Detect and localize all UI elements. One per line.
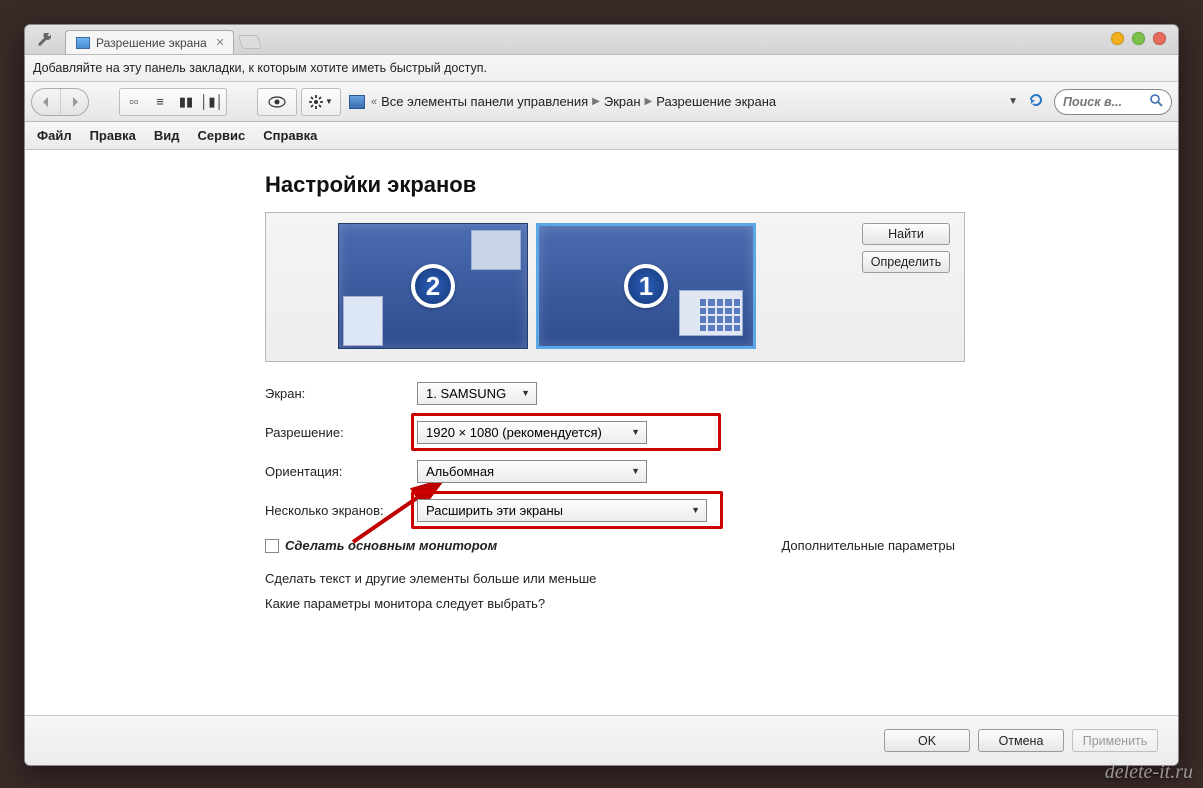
tab-strip: Разрешение экрана ✕ <box>25 25 1178 55</box>
eye-icon[interactable] <box>260 91 294 113</box>
maximize-icon[interactable] <box>1132 32 1145 45</box>
breadcrumb-item[interactable]: Все элементы панели управления <box>381 94 588 109</box>
menu-help[interactable]: Справка <box>263 128 317 143</box>
page-title: Настройки экранов <box>265 172 1178 198</box>
label-multiple: Несколько экранов: <box>265 503 417 518</box>
preview-group <box>257 88 297 116</box>
search-box[interactable] <box>1054 89 1172 115</box>
browser-window: Разрешение экрана ✕ Добавляйте на эту па… <box>24 24 1179 766</box>
orientation-select[interactable]: Альбомная <box>417 460 647 483</box>
view-columns-icon[interactable]: ▮▮ <box>174 91 198 113</box>
label-orientation: Ориентация: <box>265 464 417 479</box>
menu-view[interactable]: Вид <box>154 128 180 143</box>
window-controls <box>1111 32 1166 45</box>
view-mode-group: ▫▫ ≡ ▮▮ │▮│ <box>119 88 227 116</box>
view-details-icon[interactable]: │▮│ <box>200 91 224 113</box>
advanced-settings-link[interactable]: Дополнительные параметры <box>781 538 955 553</box>
multiple-displays-select[interactable]: Расширить эти экраны <box>417 499 707 522</box>
dialog-footer: OK Отмена Применить <box>25 715 1178 765</box>
label-resolution: Разрешение: <box>265 425 417 440</box>
apply-button: Применить <box>1072 729 1158 752</box>
cancel-button[interactable]: Отмена <box>978 729 1064 752</box>
menu-service[interactable]: Сервис <box>197 128 245 143</box>
detect-button[interactable]: Найти <box>862 223 950 245</box>
nav-buttons <box>31 88 89 116</box>
search-input[interactable] <box>1063 95 1145 109</box>
display-arrangement[interactable]: 2 1 Найти Определить <box>265 212 965 362</box>
label-display: Экран: <box>265 386 417 401</box>
menu-edit[interactable]: Правка <box>90 128 136 143</box>
monitor-secondary[interactable]: 2 <box>338 223 528 349</box>
minimize-icon[interactable] <box>1111 32 1124 45</box>
watermark: delete-it.ru <box>1105 761 1193 784</box>
control-panel-icon <box>349 95 365 109</box>
search-icon[interactable] <box>1149 93 1163 110</box>
resolution-select[interactable]: 1920 × 1080 (рекомендуется) <box>417 421 647 444</box>
window-thumb-icon <box>471 230 521 270</box>
window-thumb-icon <box>343 296 383 346</box>
refresh-icon[interactable] <box>1028 92 1044 111</box>
window-thumb-icon <box>679 290 743 336</box>
breadcrumb-item[interactable]: Экран <box>604 94 641 109</box>
monitor-number-badge: 1 <box>624 264 668 308</box>
make-primary-row: Сделать основным монитором Дополнительны… <box>265 538 965 553</box>
dropdown-icon[interactable]: ▼ <box>1008 96 1018 107</box>
which-settings-link[interactable]: Какие параметры монитора следует выбрать… <box>265 596 965 611</box>
view-tiles-icon[interactable]: ▫▫ <box>122 91 146 113</box>
wrench-icon[interactable] <box>37 33 53 52</box>
bookmarks-hint: Добавляйте на эту панель закладки, к кот… <box>25 55 1178 82</box>
menu-file[interactable]: Файл <box>37 128 72 143</box>
settings-group: ▼ <box>301 88 341 116</box>
display-select[interactable]: 1. SAMSUNG <box>417 382 537 405</box>
toolbar: ▫▫ ≡ ▮▮ │▮│ ▼ « Все элементы панели упра… <box>25 82 1178 122</box>
chevron-right-icon: ▶ <box>645 96 653 107</box>
close-icon[interactable] <box>1153 32 1166 45</box>
monitor-primary[interactable]: 1 <box>536 223 756 349</box>
monitor-number-badge: 2 <box>411 264 455 308</box>
make-primary-checkbox[interactable] <box>265 539 279 553</box>
chevron-right-icon: ▶ <box>592 96 600 107</box>
view-list-icon[interactable]: ≡ <box>148 91 172 113</box>
browser-tab[interactable]: Разрешение экрана ✕ <box>65 30 234 54</box>
identify-button[interactable]: Определить <box>862 251 950 273</box>
menu-bar: Файл Правка Вид Сервис Справка <box>25 122 1178 150</box>
breadcrumb-item[interactable]: Разрешение экрана <box>656 94 776 109</box>
tab-title: Разрешение экрана <box>96 36 207 50</box>
make-primary-label: Сделать основным монитором <box>285 538 497 553</box>
ok-button[interactable]: OK <box>884 729 970 752</box>
close-tab-icon[interactable]: ✕ <box>215 36 224 49</box>
monitor-icon <box>76 37 90 49</box>
text-size-link[interactable]: Сделать текст и другие элементы больше и… <box>265 571 965 586</box>
content-pane: Настройки экранов 2 1 Найти Определить <box>25 150 1178 765</box>
back-button[interactable] <box>32 89 60 115</box>
breadcrumb: « Все элементы панели управления ▶ Экран… <box>349 94 776 109</box>
new-tab-button[interactable] <box>237 35 262 49</box>
forward-button[interactable] <box>60 89 88 115</box>
gear-icon[interactable]: ▼ <box>304 91 338 113</box>
